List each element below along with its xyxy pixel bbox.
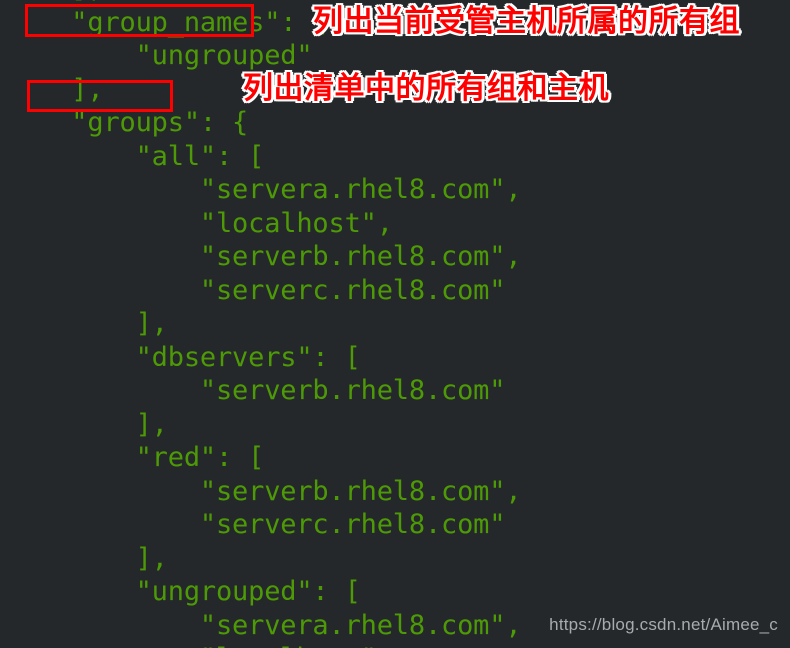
- code-line: "ungrouped": [: [7, 576, 361, 607]
- code-line: ],: [7, 408, 168, 440]
- watermark: https://blog.csdn.net/Aimee_c: [549, 615, 778, 634]
- code-line: "serverb.rhel8.com",: [7, 241, 522, 272]
- code-line: "serverb.rhel8.com": [7, 375, 506, 406]
- code-line: "red": [: [7, 442, 265, 473]
- code-line: "serverb.rhel8.com",: [7, 475, 522, 507]
- code-line: "serverc.rhel8.com": [7, 274, 506, 306]
- code-line: "groups": {: [7, 107, 249, 138]
- code-line: "localhost": [0, 642, 790, 648]
- code-line: "ungrouped": [7, 40, 313, 71]
- code-line: "all": [: [7, 140, 265, 172]
- annotation-groups: 列出清单中的所有组和主机: [243, 71, 609, 106]
- code-line: "dbservers": [: [7, 341, 361, 373]
- terminal-screenshot: ], "group_names": [ "ungrouped" ], "grou…: [0, 0, 790, 648]
- code-line: ],: [7, 542, 168, 574]
- annotation-group-names: 列出当前受管主机所属的所有组: [313, 4, 740, 39]
- code-line: "localhost",: [7, 207, 393, 239]
- code-line: ],: [7, 308, 168, 339]
- code-line: "serverc.rhel8.com": [7, 509, 506, 540]
- code-line: "servera.rhel8.com",: [7, 174, 522, 205]
